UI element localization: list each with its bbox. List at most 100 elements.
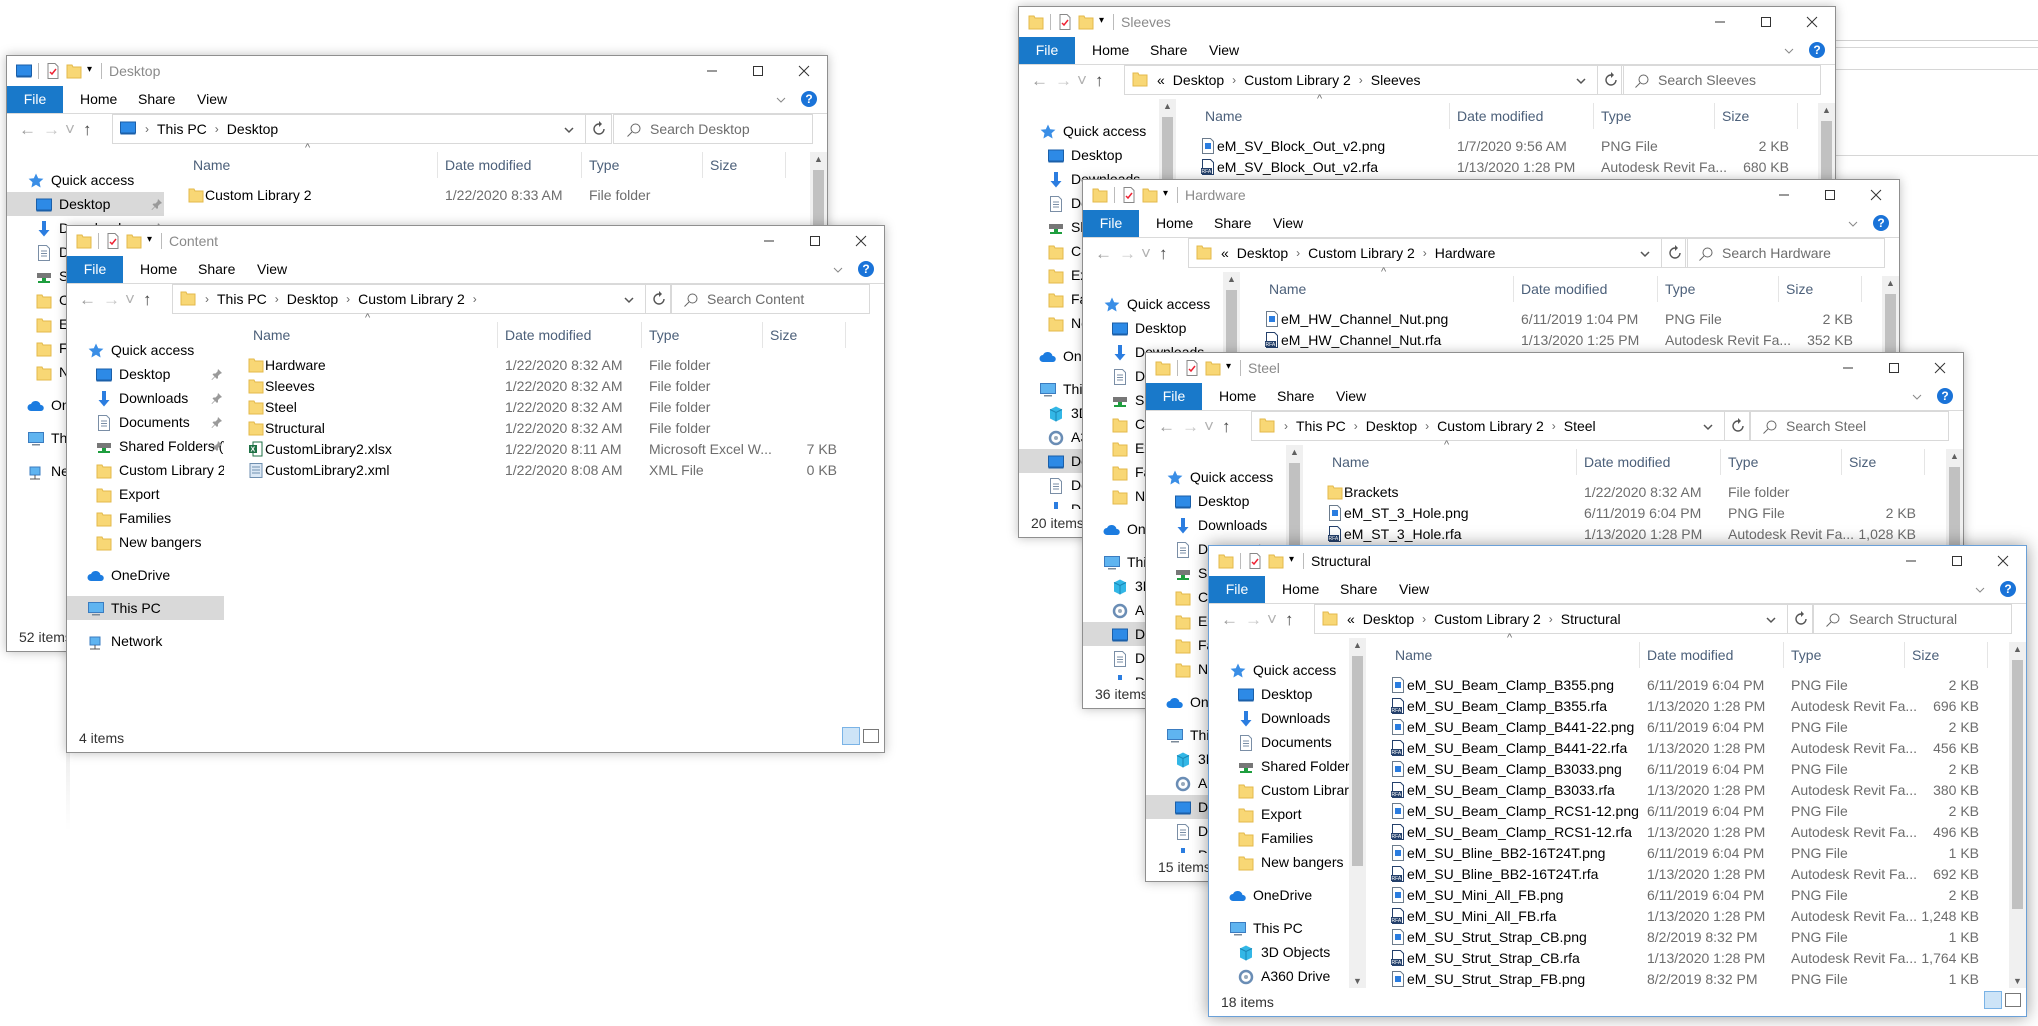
column-header-type[interactable]: Type xyxy=(1665,281,1695,297)
chevron-right-icon[interactable]: › xyxy=(1296,246,1300,260)
recent-locations-button[interactable]: ˅ xyxy=(1141,244,1151,264)
new-folder-icon[interactable] xyxy=(1204,359,1222,380)
properties-icon[interactable] xyxy=(104,232,122,253)
breadcrumb-item[interactable]: Desktop xyxy=(287,291,338,307)
file-row[interactable]: eM_SU_Beam_Clamp_B355.png 6/11/2019 6:04 … xyxy=(1209,674,2006,695)
address-bar[interactable]: « Desktop › Custom Library 2 › Hardware xyxy=(1188,238,1688,268)
scroll-up-icon[interactable]: ▲ xyxy=(1822,105,1831,115)
file-row[interactable]: Brackets 1/22/2020 8:32 AM File folder xyxy=(1146,481,1943,502)
tab-view[interactable]: View xyxy=(1265,210,1311,237)
column-header-size[interactable]: Size xyxy=(1786,281,1813,297)
tab-view[interactable]: View xyxy=(1391,576,1437,603)
file-row[interactable]: eM_SU_Beam_Clamp_B441-22.png 6/11/2019 6:… xyxy=(1209,716,2006,737)
customize-quick-access-icon[interactable]: ▾ xyxy=(147,234,152,245)
chevron-right-icon[interactable]: › xyxy=(1422,612,1426,626)
chevron-right-icon[interactable]: › xyxy=(145,122,149,136)
maximize-button[interactable] xyxy=(792,226,838,256)
search-input[interactable]: Search Steel xyxy=(1749,411,1949,441)
column-header-type[interactable]: Type xyxy=(1728,454,1758,470)
breadcrumb-item[interactable]: Custom Library 2 xyxy=(1308,245,1415,261)
close-button[interactable] xyxy=(1980,546,2026,576)
help-icon[interactable]: ? xyxy=(2000,581,2016,597)
tab-home[interactable]: Home xyxy=(1148,210,1201,237)
breadcrumb-item[interactable]: This PC xyxy=(1296,418,1346,434)
recent-locations-button[interactable]: ˅ xyxy=(125,290,135,310)
recent-locations-button[interactable]: ˅ xyxy=(1077,71,1087,91)
address-dropdown-icon[interactable] xyxy=(1575,74,1587,90)
new-folder-icon[interactable] xyxy=(1077,13,1095,34)
large-icons-view-icon[interactable] xyxy=(2005,993,2021,1008)
refresh-icon[interactable] xyxy=(1730,418,1746,437)
breadcrumb-item[interactable]: Custom Library 2 xyxy=(1244,72,1351,88)
column-header-date-modified[interactable]: Date modified xyxy=(445,157,531,173)
back-button[interactable]: ← xyxy=(1221,610,1238,630)
column-header-name[interactable]: Name xyxy=(1269,281,1306,297)
refresh-icon[interactable] xyxy=(1603,72,1619,91)
maximize-button[interactable] xyxy=(1934,546,1980,576)
up-button[interactable]: ↑ xyxy=(1095,71,1104,91)
tab-home[interactable]: Home xyxy=(132,256,185,283)
breadcrumb-item[interactable]: Sleeves xyxy=(1371,72,1421,88)
minimize-button[interactable] xyxy=(689,56,735,86)
tab-share[interactable]: Share xyxy=(1206,210,1259,237)
column-header-size[interactable]: Size xyxy=(1912,647,1939,663)
file-row[interactable]: RFA eM_SV_Block_Out_v2.rfa 1/13/2020 1:28 … xyxy=(1019,156,1815,177)
recent-locations-button[interactable]: ˅ xyxy=(1267,610,1277,630)
minimize-button[interactable] xyxy=(746,226,792,256)
nav-item-export[interactable]: Export xyxy=(67,482,224,506)
chevron-right-icon[interactable]: › xyxy=(215,122,219,136)
scroll-up-icon[interactable]: ▲ xyxy=(1886,278,1895,288)
back-button[interactable]: ← xyxy=(19,120,36,140)
breadcrumb-overflow[interactable]: « xyxy=(1347,611,1355,627)
chevron-right-icon[interactable]: › xyxy=(205,292,209,306)
customize-quick-access-icon[interactable]: ▾ xyxy=(1226,361,1231,372)
file-row[interactable]: RFA eM_SU_Mini_All_FB.rfa 1/13/2020 1:28 P… xyxy=(1209,905,2006,926)
back-button[interactable]: ← xyxy=(1031,71,1048,91)
properties-icon[interactable] xyxy=(1246,552,1264,573)
forward-button[interactable]: → xyxy=(1055,71,1072,91)
file-row[interactable]: CustomLibrary2.xml 1/22/2020 8:08 AM XML F… xyxy=(67,459,864,480)
tab-view[interactable]: View xyxy=(249,256,295,283)
tab-share[interactable]: Share xyxy=(190,256,243,283)
address-dropdown-icon[interactable] xyxy=(1702,420,1714,436)
tab-share[interactable]: Share xyxy=(1269,383,1322,410)
breadcrumb-item[interactable]: Steel xyxy=(1564,418,1596,434)
help-icon[interactable]: ? xyxy=(1937,388,1953,404)
customize-quick-access-icon[interactable]: ▾ xyxy=(1163,188,1168,199)
column-header-date-modified[interactable]: Date modified xyxy=(1521,281,1607,297)
tab-view[interactable]: View xyxy=(189,86,235,113)
file-row[interactable]: eM_SU_Strut_Strap_FB.png 8/2/2019 8:32 PM… xyxy=(1209,968,2006,989)
back-button[interactable]: ← xyxy=(79,290,96,310)
file-row[interactable]: RFA eM_HW_Channel_Nut.rfa 1/13/2020 1:25 P… xyxy=(1083,329,1879,350)
tab-share[interactable]: Share xyxy=(130,86,183,113)
breadcrumb-item[interactable]: Desktop xyxy=(1237,245,1288,261)
nav-item-new-bangers[interactable]: New bangers xyxy=(67,530,224,554)
column-header-size[interactable]: Size xyxy=(1722,108,1749,124)
tab-file[interactable]: File xyxy=(1209,576,1265,603)
address-bar[interactable]: › This PC › Desktop xyxy=(112,114,612,144)
breadcrumb-item[interactable]: Custom Library 2 xyxy=(1437,418,1544,434)
tab-file[interactable]: File xyxy=(1146,383,1202,410)
breadcrumb-item[interactable]: Custom Library 2 xyxy=(1434,611,1541,627)
tab-file[interactable]: File xyxy=(7,86,63,113)
forward-button[interactable]: → xyxy=(103,290,120,310)
tab-file[interactable]: File xyxy=(67,256,123,283)
forward-button[interactable]: → xyxy=(1182,417,1199,437)
column-header-name[interactable]: Name xyxy=(253,327,290,343)
chevron-right-icon[interactable]: › xyxy=(1354,419,1358,433)
forward-button[interactable]: → xyxy=(1119,244,1136,264)
tab-file[interactable]: File xyxy=(1019,37,1075,64)
column-header-type[interactable]: Type xyxy=(589,157,619,173)
chevron-right-icon[interactable]: › xyxy=(1549,612,1553,626)
up-button[interactable]: ↑ xyxy=(83,120,92,140)
nav-item-network[interactable]: Network xyxy=(67,629,224,653)
address-dropdown-icon[interactable] xyxy=(1765,613,1777,629)
properties-icon[interactable] xyxy=(1056,13,1074,34)
file-row[interactable]: eM_SU_Mini_All_FB.png 6/11/2019 6:04 PM PN… xyxy=(1209,884,2006,905)
scroll-up-icon[interactable]: ▲ xyxy=(1950,451,1959,461)
refresh-icon[interactable] xyxy=(1667,245,1683,264)
chevron-right-icon[interactable]: › xyxy=(1359,73,1363,87)
close-button[interactable] xyxy=(781,56,827,86)
expand-ribbon-chevron-icon[interactable] xyxy=(1847,217,1859,233)
chevron-right-icon[interactable]: › xyxy=(275,292,279,306)
